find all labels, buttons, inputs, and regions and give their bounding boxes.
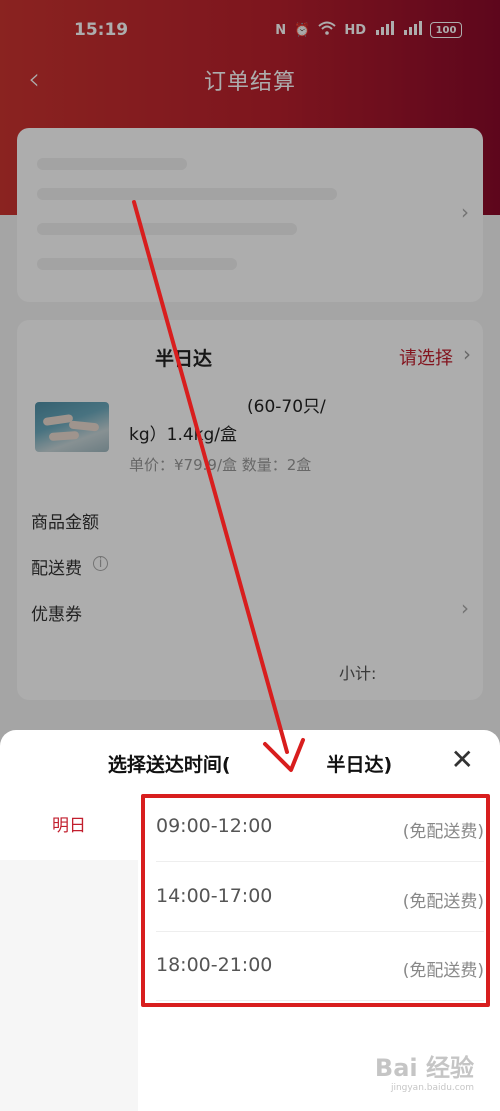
date-column: 明日: [0, 792, 138, 1111]
sheet-title-left: 选择送达时间(: [107, 754, 231, 776]
watermark-logo: Bai 经验 jingyan.baidu.com: [375, 1048, 474, 1093]
close-icon[interactable]: ✕: [451, 744, 474, 776]
date-item-tomorrow[interactable]: 明日: [0, 792, 138, 860]
annotation-highlight-box: [141, 794, 490, 1007]
sheet-title-right: 半日达): [326, 754, 393, 776]
watermark-text: Bai 经验: [374, 1054, 474, 1082]
watermark-url: jingyan.baidu.com: [390, 1083, 474, 1093]
sheet-title: 选择送达时间( 半日达): [0, 750, 500, 777]
